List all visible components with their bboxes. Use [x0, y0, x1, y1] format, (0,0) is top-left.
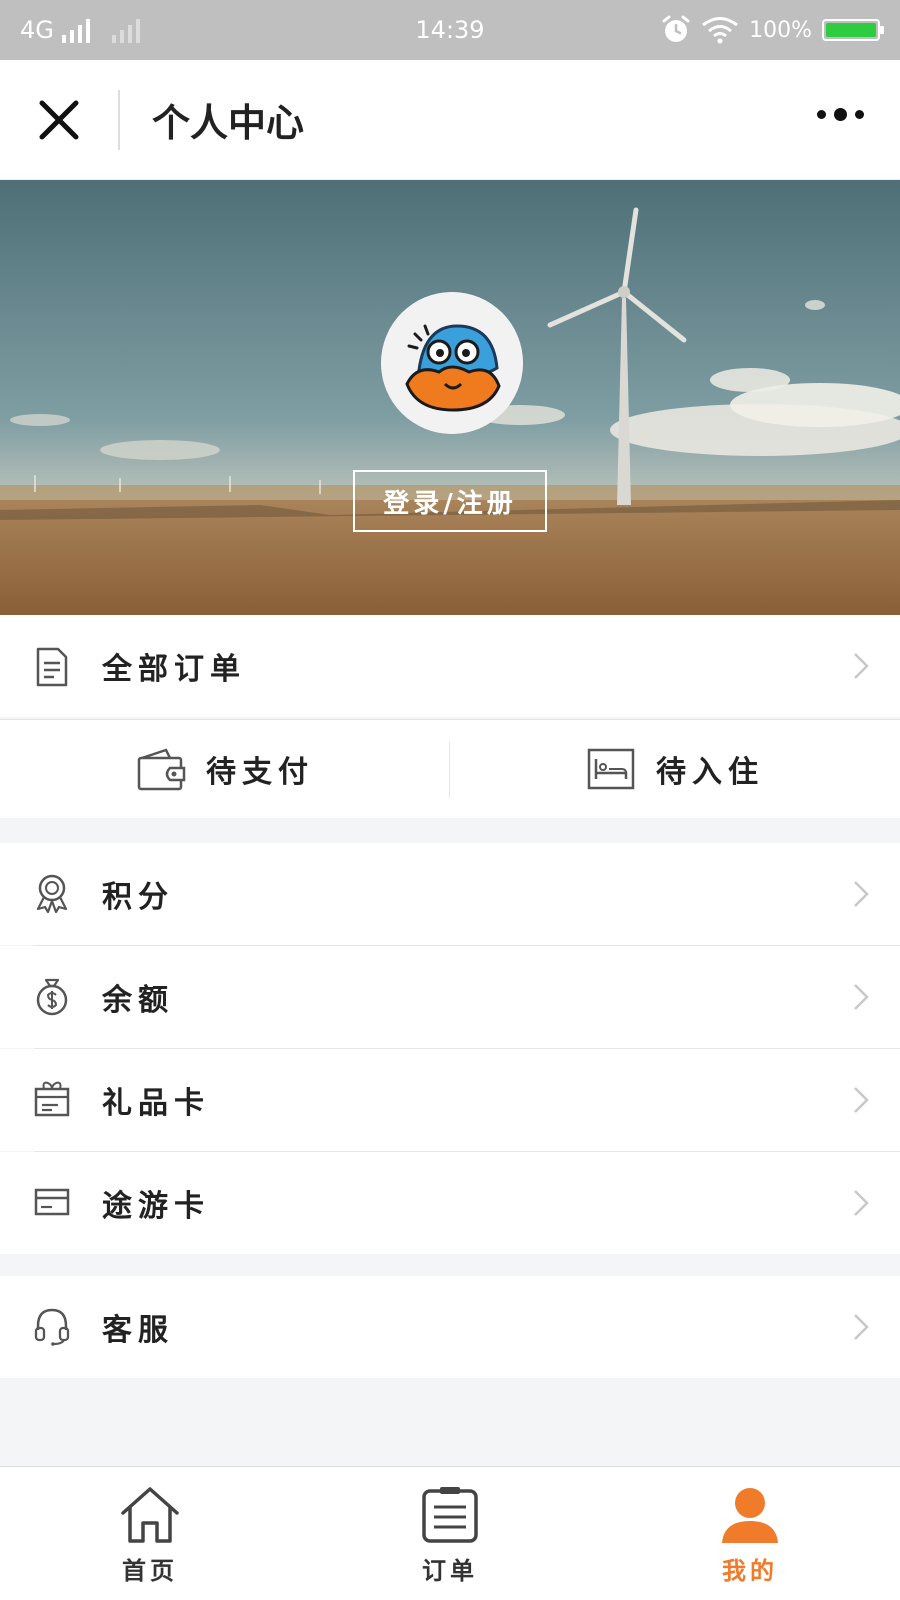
all-orders-label: 全部订单	[102, 652, 246, 687]
headset-icon	[34, 1308, 70, 1346]
login-register-button[interactable]: 登录/注册	[353, 470, 547, 532]
tab-label: 我的	[722, 1556, 778, 1585]
divider	[449, 742, 450, 798]
pending-checkin-button[interactable]: 待入住	[450, 720, 900, 818]
gift-card-icon	[34, 1081, 70, 1117]
wallet-icon	[137, 748, 186, 791]
pending-payment-label: 待支付	[206, 755, 314, 790]
menu-item-label: 客服	[102, 1313, 174, 1348]
network-type: 4G	[20, 16, 54, 44]
bottom-tab-bar: 首页 订单 我的	[0, 1466, 900, 1600]
tab-home[interactable]: 首页	[0, 1467, 300, 1600]
money-bag-icon	[36, 978, 68, 1016]
alarm-icon	[662, 15, 690, 42]
tab-orders[interactable]: 订单	[300, 1467, 600, 1600]
order-status-shortcuts: 待支付 待入住	[0, 720, 900, 818]
tab-label: 订单	[422, 1556, 478, 1585]
medal-icon	[36, 874, 68, 913]
document-icon	[36, 647, 68, 687]
battery-percent: 100%	[749, 17, 812, 43]
menu-item-label: 途游卡	[102, 1189, 210, 1224]
menu-item-points[interactable]: 积分	[0, 843, 900, 945]
chevron-right-icon	[854, 1190, 869, 1216]
all-orders-row[interactable]: 全部订单	[0, 615, 900, 717]
more-menu-button[interactable]	[817, 108, 864, 121]
pending-checkin-label: 待入住	[656, 755, 764, 790]
page-title: 个人中心	[152, 100, 305, 145]
chevron-right-icon	[854, 653, 869, 679]
wifi-icon	[702, 17, 739, 44]
more-dot-icon	[817, 110, 826, 119]
menu-item-customer-service[interactable]: 客服	[0, 1276, 900, 1378]
tab-label: 首页	[122, 1556, 178, 1585]
signal-secondary-icon	[111, 17, 140, 43]
menu-item-gift-card[interactable]: 礼品卡	[0, 1049, 900, 1151]
crab-mascot-icon	[381, 292, 523, 434]
menu-item-label: 礼品卡	[102, 1086, 210, 1121]
chevron-right-icon	[854, 984, 869, 1010]
tab-mine[interactable]: 我的	[600, 1467, 900, 1600]
status-right: 100%	[661, 15, 884, 45]
pending-payment-button[interactable]: 待支付	[0, 720, 450, 818]
menu-item-balance[interactable]: 余额	[0, 946, 900, 1048]
top-nav: 个人中心	[0, 60, 900, 180]
more-dot-icon	[855, 110, 864, 119]
avatar[interactable]	[381, 292, 523, 434]
menu-item-label: 余额	[102, 983, 174, 1018]
person-icon	[722, 1488, 778, 1543]
signal-strength-icon	[61, 17, 90, 43]
profile-hero: 登录/注册	[0, 180, 900, 615]
close-button[interactable]	[0, 89, 120, 150]
chevron-right-icon	[854, 881, 869, 907]
battery-icon	[822, 19, 884, 41]
credit-card-icon	[34, 1188, 70, 1216]
menu-item-travel-card[interactable]: 途游卡	[0, 1152, 900, 1254]
chevron-right-icon	[854, 1087, 869, 1113]
home-icon	[121, 1487, 179, 1543]
bed-icon	[587, 748, 635, 790]
menu-item-label: 积分	[102, 880, 174, 915]
chevron-right-icon	[854, 1314, 869, 1340]
close-icon	[39, 100, 79, 139]
more-dot-icon	[834, 108, 847, 121]
status-left: 4G	[20, 16, 140, 44]
order-list-icon	[422, 1487, 478, 1543]
status-bar: 4G 14:39 100%	[0, 0, 900, 60]
